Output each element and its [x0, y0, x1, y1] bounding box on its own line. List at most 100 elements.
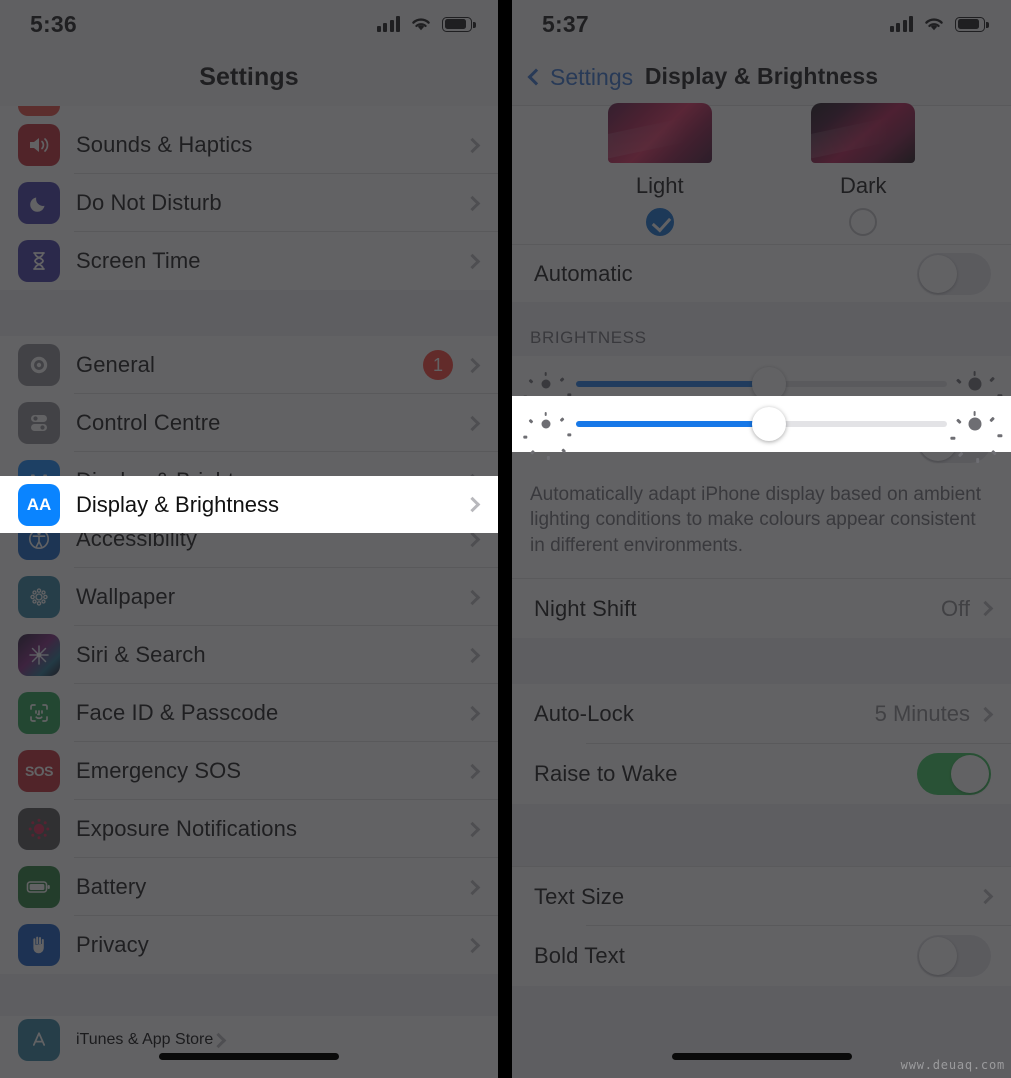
chevron-left-icon	[527, 68, 545, 86]
chevron-right-icon	[977, 706, 994, 723]
chevron-right-icon	[464, 705, 481, 721]
sidebar-item-label: Privacy	[76, 932, 149, 957]
partial-row-top	[0, 106, 498, 116]
left-status-bar: 5:36	[0, 0, 498, 48]
chevron-right-icon	[210, 1032, 227, 1048]
chevron-right-icon	[464, 253, 481, 269]
text-group: Text Size Bold Text	[512, 866, 1011, 987]
sun-low-icon	[523, 371, 572, 420]
brightness-knob[interactable]	[751, 407, 786, 441]
auto-lock-group: Auto-Lock 5 Minutes Raise to Wake	[512, 684, 1011, 805]
appearance-option-light[interactable]: Light	[585, 103, 735, 236]
brightness-fill	[576, 381, 769, 387]
wallpaper-icon	[18, 576, 60, 618]
chevron-right-icon	[464, 589, 481, 605]
chevron-right-icon	[464, 763, 481, 779]
wifi-icon	[925, 18, 943, 31]
section-gap	[0, 974, 498, 1016]
chevron-right-icon	[464, 496, 481, 513]
sun-high-icon	[950, 411, 1003, 463]
sidebar-item-label: Exposure Notifications	[76, 816, 298, 841]
home-indicator	[159, 1053, 339, 1060]
chevron-right-icon	[464, 415, 481, 431]
chevron-right-icon	[464, 879, 481, 895]
sun-high-icon	[950, 371, 1003, 423]
page-title: Settings	[199, 62, 299, 91]
sidebar-item-label: Battery	[76, 874, 147, 899]
cellular-bars-icon	[889, 16, 913, 32]
chevron-right-icon	[464, 195, 481, 211]
status-indicators	[889, 15, 989, 33]
automatic-group: Automatic	[512, 244, 1011, 302]
back-button[interactable]: Settings	[527, 48, 634, 106]
sidebar-item-battery[interactable]: Battery	[0, 858, 498, 916]
sidebar-item-do-not-disturb[interactable]: Do Not Disturb	[0, 174, 498, 232]
row-automatic[interactable]: Automatic	[512, 244, 1011, 302]
bold-text-toggle[interactable]	[917, 935, 991, 978]
sidebar-item-privacy[interactable]: Privacy	[0, 916, 498, 974]
section-gap	[0, 290, 498, 336]
right-status-bar: 5:37	[512, 0, 1011, 48]
sidebar-item-emergency-sos[interactable]: SOS Emergency SOS	[0, 742, 498, 800]
wallpaper-thumbnail-dark	[811, 103, 916, 163]
sidebar-item-face-id-passcode[interactable]: Face ID & Passcode	[0, 684, 498, 742]
notifications-icon	[18, 106, 60, 116]
wifi-icon	[412, 18, 430, 31]
status-indicators	[376, 15, 476, 33]
row-label: Auto-Lock	[534, 701, 634, 727]
brightness-track[interactable]	[576, 407, 947, 441]
sidebar-item-label: Screen Time	[76, 248, 201, 273]
watermark: www.deuaq.com	[900, 1058, 1005, 1072]
row-label: Bold Text	[534, 943, 625, 969]
cellular-bars-icon	[376, 16, 400, 32]
sidebar-item-sounds-haptics[interactable]: Sounds & Haptics	[0, 116, 498, 174]
status-badge: 1	[423, 350, 453, 380]
back-button-label: Settings	[550, 63, 634, 90]
sidebar-item-control-centre[interactable]: Control Centre	[0, 394, 498, 452]
sidebar-item-wallpaper[interactable]: Wallpaper	[0, 568, 498, 626]
row-text-size[interactable]: Text Size	[512, 866, 1011, 927]
left-nav-bar: Settings	[0, 48, 498, 106]
chevron-right-icon	[464, 937, 481, 953]
sliders-icon	[18, 402, 60, 444]
sidebar-item-screen-time[interactable]: Screen Time	[0, 232, 498, 290]
right-nav-bar: Settings Display & Brightness	[512, 48, 1011, 106]
gear-icon	[18, 344, 60, 386]
battery-icon	[442, 16, 476, 32]
appearance-option-dark[interactable]: Dark	[788, 103, 938, 236]
appearance-radio-light-selected[interactable]	[645, 208, 674, 236]
sidebar-item-label: General	[76, 352, 155, 377]
appearance-radio-dark[interactable]	[849, 208, 878, 236]
status-clock: 5:36	[30, 10, 77, 37]
auto-lock-value: 5 Minutes	[874, 701, 970, 727]
row-night-shift[interactable]: Night Shift Off	[512, 578, 1011, 639]
home-indicator	[671, 1053, 852, 1060]
brightness-slider-row-highlighted[interactable]	[512, 396, 1011, 463]
raise-to-wake-toggle[interactable]	[917, 753, 991, 796]
chevron-right-icon	[464, 821, 481, 837]
sidebar-item-exposure-notifications[interactable]: Exposure Notifications	[0, 800, 498, 858]
panel-divider	[498, 0, 512, 1078]
sidebar-item-label: iTunes & App Store	[76, 1031, 214, 1048]
sidebar-item-siri-search[interactable]: Siri & Search	[0, 626, 498, 684]
section-gap	[512, 804, 1011, 867]
row-bold-text[interactable]: Bold Text	[512, 926, 1011, 987]
brightness-track[interactable]	[576, 367, 947, 401]
sidebar-item-label: Wallpaper	[76, 584, 176, 609]
night-shift-group: Night Shift Off	[512, 578, 1011, 639]
row-label: Night Shift	[534, 595, 637, 621]
row-raise-to-wake[interactable]: Raise to Wake	[512, 744, 1011, 805]
row-auto-lock[interactable]: Auto-Lock 5 Minutes	[512, 684, 1011, 745]
settings-group-notifications: Sounds & Haptics Do Not Disturb Screen T…	[0, 116, 498, 290]
hourglass-icon	[18, 240, 60, 282]
moon-icon	[18, 182, 60, 224]
text-size-icon: AA	[18, 483, 60, 526]
automatic-toggle[interactable]	[917, 252, 991, 295]
sidebar-item-general[interactable]: General 1	[0, 336, 498, 394]
sidebar-item-label: Do Not Disturb	[76, 190, 222, 215]
night-shift-value: Off	[941, 595, 970, 621]
wallpaper-thumbnail-light	[607, 103, 712, 163]
sidebar-item-display-brightness-highlighted[interactable]: AA Display & Brightness	[0, 476, 498, 533]
chevron-right-icon	[977, 889, 994, 905]
appearance-picker: Light Dark	[512, 103, 1011, 244]
